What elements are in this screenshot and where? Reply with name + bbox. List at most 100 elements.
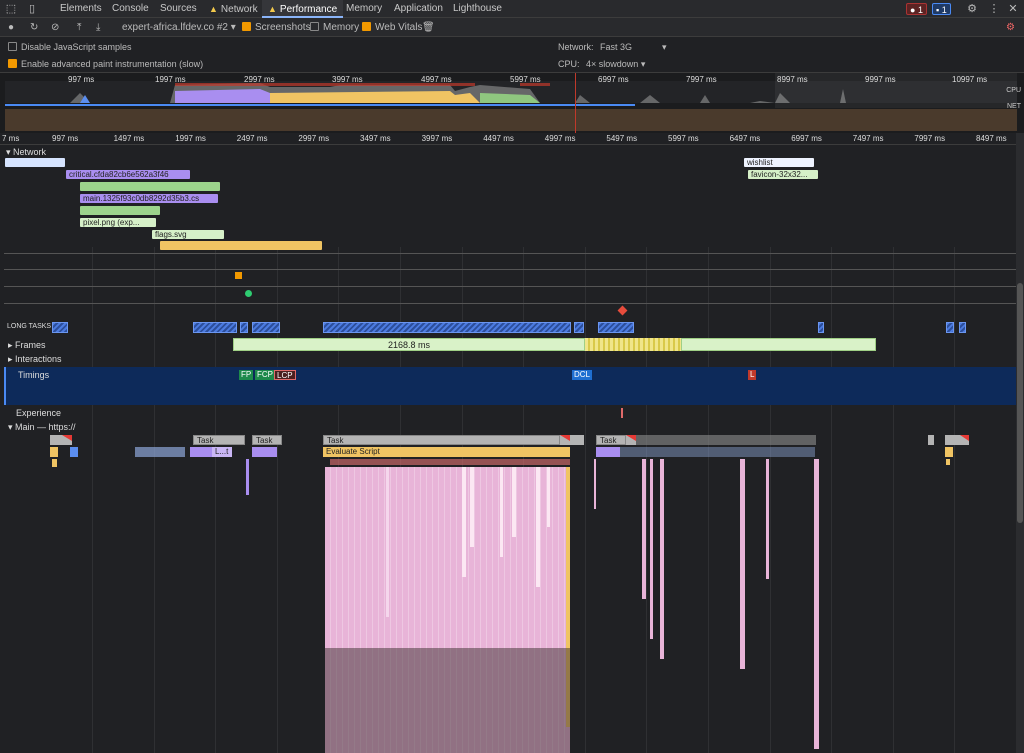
tab-application[interactable]: Application [392, 0, 445, 18]
close-icon[interactable]: ✕ [1007, 3, 1019, 15]
layout-shift-marker[interactable] [621, 408, 623, 418]
network-request-bar[interactable]: flags.svg [152, 230, 224, 239]
cls-marker[interactable] [617, 305, 628, 316]
memory-checkbox[interactable]: Memory [310, 21, 359, 34]
frames-track: ▸ Frames 2168.8 ms [0, 338, 1016, 352]
task-event[interactable]: Task [596, 435, 626, 445]
task-event[interactable]: Task [193, 435, 245, 445]
long-task-block[interactable] [574, 322, 584, 333]
network-request-bar[interactable] [160, 241, 322, 250]
record-icon[interactable]: ● [8, 21, 14, 34]
timeline-overview[interactable]: 997 ms 1997 ms 2997 ms 3997 ms 4997 ms 5997 m… [0, 73, 1024, 133]
network-request-bar[interactable]: wishlist [744, 158, 814, 167]
ruler-tick-label: 3997 ms [421, 134, 453, 143]
long-task-block[interactable] [959, 322, 966, 333]
timing-dcl[interactable]: DCL [572, 370, 593, 380]
main-thread-flamechart[interactable]: Task Task Task Task Evaluate Script L...… [0, 433, 1016, 753]
interactions-track-header[interactable]: ▸ Interactions [8, 353, 62, 365]
screenshots-checkbox[interactable]: Screenshots [242, 21, 311, 34]
fcp-marker[interactable] [235, 272, 242, 279]
device-toolbar-icon[interactable]: ▯ [26, 3, 38, 15]
task-event[interactable]: Task [252, 435, 282, 445]
long-task-block[interactable] [598, 322, 634, 333]
network-track-header[interactable]: ▾ Network [6, 146, 46, 158]
timing-fcp[interactable]: FCP [255, 370, 275, 380]
upload-icon[interactable]: ⤒ [77, 21, 81, 34]
network-request-bar[interactable]: favicon-32x32... [748, 170, 818, 179]
long-task-block[interactable] [193, 322, 237, 333]
network-request-bar[interactable] [5, 158, 65, 167]
checkbox-checked-icon [242, 22, 251, 31]
inspect-element-icon[interactable]: ⬚ [5, 3, 17, 15]
advanced-paint-checkbox[interactable]: Enable advanced paint instrumentation (s… [8, 57, 203, 71]
frame-block[interactable] [681, 338, 876, 351]
scrollbar-thumb[interactable] [1017, 283, 1023, 523]
long-task-block[interactable] [240, 322, 248, 333]
timings-track-label: Timings [18, 370, 50, 380]
tab-memory[interactable]: Memory [344, 0, 384, 18]
clear-icon[interactable]: ⊘ [51, 21, 59, 34]
disable-js-samples-label: Disable JavaScript samples [21, 42, 132, 52]
error-badge[interactable]: ● 1 [906, 3, 927, 15]
long-task-block[interactable] [52, 322, 68, 333]
network-throttle-select[interactable]: Fast 3G ▾ [600, 40, 667, 54]
lcp-marker[interactable] [245, 290, 252, 297]
more-options-icon[interactable]: ⋮ [988, 3, 1000, 15]
network-request-bar[interactable]: critical.cfda82cb6e562a3f46 [66, 170, 190, 179]
profile-select[interactable]: expert-africa.lfdev.co #2 ▾ [122, 21, 236, 34]
network-track-label: Network [13, 147, 47, 157]
long-task-block[interactable] [946, 322, 954, 333]
frame-block-partial[interactable] [585, 338, 681, 351]
web-vitals-checkbox[interactable]: Web Vitals [362, 21, 422, 34]
timing-fp[interactable]: FP [239, 370, 254, 380]
tab-console[interactable]: Console [110, 0, 151, 18]
timing-lcp[interactable]: LCP [274, 370, 296, 380]
timing-load[interactable]: L [748, 370, 757, 380]
experience-track-label: Experience [16, 408, 62, 418]
cpu-throttle-select[interactable]: 4× slowdown ▾ [586, 57, 645, 71]
vitals-lane [4, 253, 1016, 254]
overview-tick-label: 1997 ms [155, 75, 186, 84]
vitals-lane [4, 303, 1016, 304]
long-task-block[interactable] [252, 322, 280, 333]
ruler-tick-label: 1497 ms [113, 134, 145, 143]
tab-sources[interactable]: Sources [158, 0, 199, 18]
long-task-block[interactable] [818, 322, 824, 333]
overview-tick-label: 5997 ms [510, 75, 541, 84]
advanced-paint-label: Enable advanced paint instrumentation (s… [21, 59, 204, 69]
tab-network[interactable]: ▲ Network [207, 0, 260, 18]
network-request-bar[interactable] [80, 206, 160, 215]
message-badge[interactable]: ▪ 1 [932, 3, 951, 15]
trash-icon[interactable]: 🗑 [422, 21, 435, 34]
interactions-track-label: Interactions [15, 354, 62, 364]
network-request-bar[interactable]: main.1325f93c0db8292d35b3.cs [80, 194, 218, 203]
download-icon[interactable]: ⤓ [96, 21, 100, 34]
main-thread-header[interactable]: ▾ Main — https:// [8, 421, 76, 433]
tab-performance-label: Performance [279, 4, 338, 15]
reload-icon[interactable]: ↻ [30, 21, 38, 34]
vertical-scrollbar[interactable] [1016, 133, 1024, 753]
task-event[interactable]: Task [323, 435, 560, 445]
capture-settings-gear-icon[interactable]: ⚙ [1006, 21, 1015, 34]
disable-js-samples-checkbox[interactable]: Disable JavaScript samples [8, 40, 132, 54]
evaluate-script-event[interactable]: Evaluate Script [323, 447, 570, 457]
network-request-bar[interactable] [80, 182, 220, 191]
ruler-tick-label: 3497 ms [360, 134, 391, 143]
tab-performance[interactable]: ▲ Performance [262, 0, 344, 18]
screenshots-label: Screenshots [255, 22, 311, 33]
frame-block[interactable]: 2168.8 ms [233, 338, 585, 351]
timings-track: Timings FP FCP LCP DCL L [4, 367, 1016, 405]
capture-settings-panel: Disable JavaScript samples Enable advanc… [0, 37, 1024, 73]
checkbox-checked-icon [8, 59, 17, 68]
overview-tick-label: 2997 ms [244, 75, 275, 84]
long-task-block[interactable] [323, 322, 571, 333]
ruler-tick-label: 1997 ms [175, 134, 206, 143]
settings-gear-icon[interactable]: ⚙ [966, 3, 978, 15]
vitals-lane [4, 269, 1016, 270]
network-request-bar[interactable]: pixel.png (exp... [80, 218, 156, 227]
function-call-event[interactable]: L...t [212, 447, 232, 457]
ruler-tick-label: 2997 ms [298, 134, 330, 143]
tab-elements[interactable]: Elements [58, 0, 104, 18]
frames-track-header[interactable]: ▸ Frames [8, 339, 46, 351]
tab-lighthouse[interactable]: Lighthouse [451, 0, 504, 18]
